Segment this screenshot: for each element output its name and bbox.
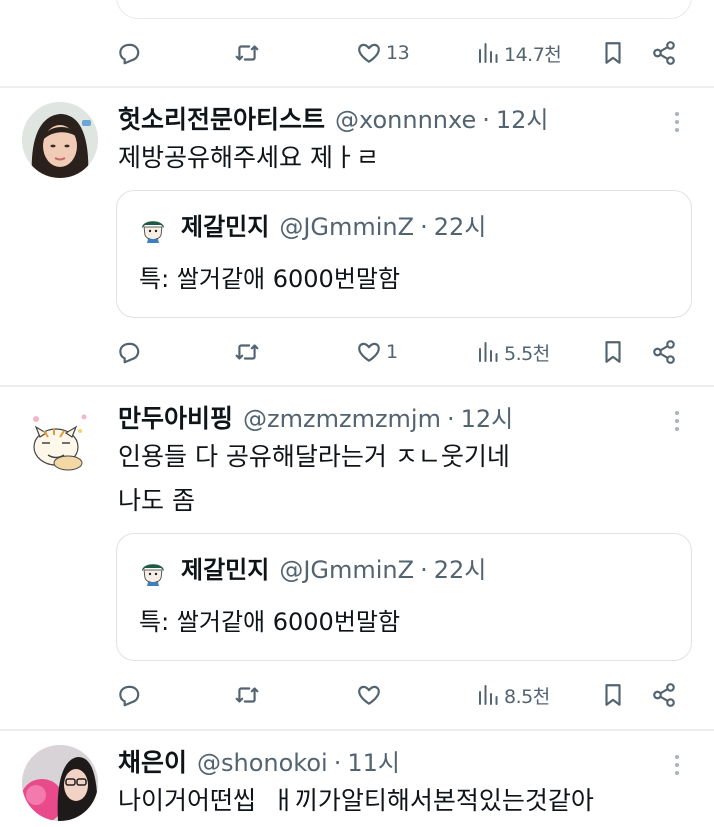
tweet-text-line: 인용들 다 공유해달라는거 ㅈㄴ웃기네 [118, 442, 510, 471]
bookmark-icon [605, 341, 621, 363]
views-icon [479, 342, 498, 362]
avatar[interactable] [22, 745, 98, 821]
bookmark-button[interactable] [600, 33, 626, 73]
avatar[interactable] [22, 102, 98, 178]
timeline: 13 14.7천 헛소리전문아티스트 @xonnnnxe · 12시 제방공유해… [0, 0, 714, 827]
display-name[interactable]: 채은이 [118, 743, 187, 779]
quote-avatar [139, 558, 167, 586]
bookmark-button[interactable] [600, 675, 626, 715]
views-count: 8.5천 [504, 685, 550, 708]
quote-text: 특: 쌀거같애 6000번말함 [139, 608, 401, 636]
quote-user-handle: @JGmminZ [279, 213, 415, 241]
share-button[interactable] [651, 332, 677, 372]
quote-user-handle: @JGmminZ [279, 556, 415, 584]
more-button[interactable] [672, 108, 682, 136]
retweet-button[interactable] [234, 332, 260, 372]
quote-separator-dot: · [420, 213, 428, 241]
share-icon [653, 683, 675, 707]
action-bar: 8.5천 [116, 675, 692, 715]
quote-text: 특: 쌀거같애 6000번말함 [139, 265, 401, 293]
quote-display-name: 제갈민지 [181, 213, 270, 241]
views-count: 14.7천 [504, 43, 562, 66]
retweet-icon [235, 45, 259, 61]
bookmark-button[interactable] [600, 332, 626, 372]
more-icon [672, 112, 682, 132]
tweet-text: 나이거어떤씹 ㅐ끼가알티해서본적있는것같아 [118, 786, 594, 815]
quote-display-name: 제갈민지 [181, 556, 270, 584]
like-count: 13 [386, 42, 410, 64]
views-button[interactable]: 8.5천 [476, 675, 550, 715]
heart-icon [358, 685, 380, 705]
quote-card[interactable]: 제갈민지 @JGmminZ · 22시 특: 쌀거같애 6000번말함 [116, 533, 692, 661]
tweet[interactable]: 채은이 @shonokoi · 11시 나이거어떤씹 ㅐ끼가알티해서본적있는것같… [0, 731, 714, 827]
reply-icon [119, 342, 140, 364]
quote-separator-dot: · [420, 556, 428, 584]
share-icon [653, 41, 675, 65]
more-icon [672, 755, 682, 775]
quote-header: 제갈민지 @JGmminZ · 22시 [181, 550, 486, 585]
quote-card[interactable]: 제갈민지 @JGmminZ · 22시 특: 쌀거같애 6000번말함 [116, 190, 692, 318]
share-button[interactable] [651, 33, 677, 73]
tweet-header: 만두아비핑 @zmzmzmzmjm · 12시 [118, 399, 513, 435]
separator-dot: · [446, 405, 455, 433]
tweet-text-line: 나도 좀 [118, 486, 195, 515]
quote-timestamp: 22시 [433, 556, 487, 584]
tweet-header: 헛소리전문아티스트 @xonnnnxe · 12시 [118, 100, 549, 136]
like-count: 1 [386, 341, 398, 363]
timestamp[interactable]: 11시 [347, 743, 400, 778]
action-bar: 13 14.7천 [116, 33, 692, 73]
views-icon [479, 685, 498, 705]
display-name[interactable]: 헛소리전문아티스트 [118, 100, 325, 136]
views-button[interactable]: 14.7천 [476, 33, 562, 73]
tweet[interactable]: 헛소리전문아티스트 @xonnnnxe · 12시 제방공유해주세요 제ㅏㄹ 제… [0, 88, 714, 384]
retweet-icon [235, 687, 259, 703]
timestamp[interactable]: 12시 [496, 100, 549, 135]
quote-header: 제갈민지 @JGmminZ · 22시 [181, 207, 486, 242]
views-button[interactable]: 5.5천 [476, 332, 550, 372]
tweet-header: 채은이 @shonokoi · 11시 [118, 743, 400, 779]
retweet-button[interactable] [234, 33, 260, 73]
quote-avatar [139, 215, 167, 243]
quote-card-partial[interactable] [116, 0, 692, 19]
like-button[interactable]: 13 [356, 33, 410, 73]
reply-button[interactable] [116, 675, 142, 715]
tweet[interactable]: 만두아비핑 @zmzmzmzmjm · 12시 인용들 다 공유해달라는거 ㅈㄴ… [0, 387, 714, 727]
separator-dot: · [333, 749, 342, 777]
more-button[interactable] [672, 407, 682, 435]
reply-button[interactable] [116, 33, 142, 73]
like-button[interactable] [356, 675, 382, 715]
like-button[interactable]: 1 [356, 332, 398, 372]
share-icon [653, 340, 675, 364]
user-handle[interactable]: @zmzmzmzmjm [243, 405, 441, 433]
timestamp[interactable]: 12시 [461, 399, 514, 434]
retweet-icon [235, 344, 259, 360]
bookmark-icon [605, 42, 621, 64]
bookmark-icon [605, 684, 621, 706]
heart-icon [358, 342, 380, 362]
views-count: 5.5천 [504, 342, 550, 365]
more-icon [672, 411, 682, 431]
reply-icon [119, 685, 140, 707]
tweet-text: 제방공유해주세요 제ㅏㄹ [118, 143, 379, 172]
heart-icon [358, 43, 380, 63]
avatar[interactable] [22, 401, 98, 477]
user-handle[interactable]: @shonokoi [197, 749, 328, 777]
retweet-button[interactable] [234, 675, 260, 715]
reply-icon [119, 43, 140, 65]
share-button[interactable] [651, 675, 677, 715]
reply-button[interactable] [116, 332, 142, 372]
views-icon [479, 43, 498, 63]
quote-timestamp: 22시 [433, 213, 487, 241]
separator-dot: · [482, 106, 490, 134]
action-bar: 1 5.5천 [116, 332, 692, 372]
display-name[interactable]: 만두아비핑 [118, 399, 233, 435]
more-button[interactable] [672, 751, 682, 779]
user-handle[interactable]: @xonnnnxe [335, 106, 476, 134]
